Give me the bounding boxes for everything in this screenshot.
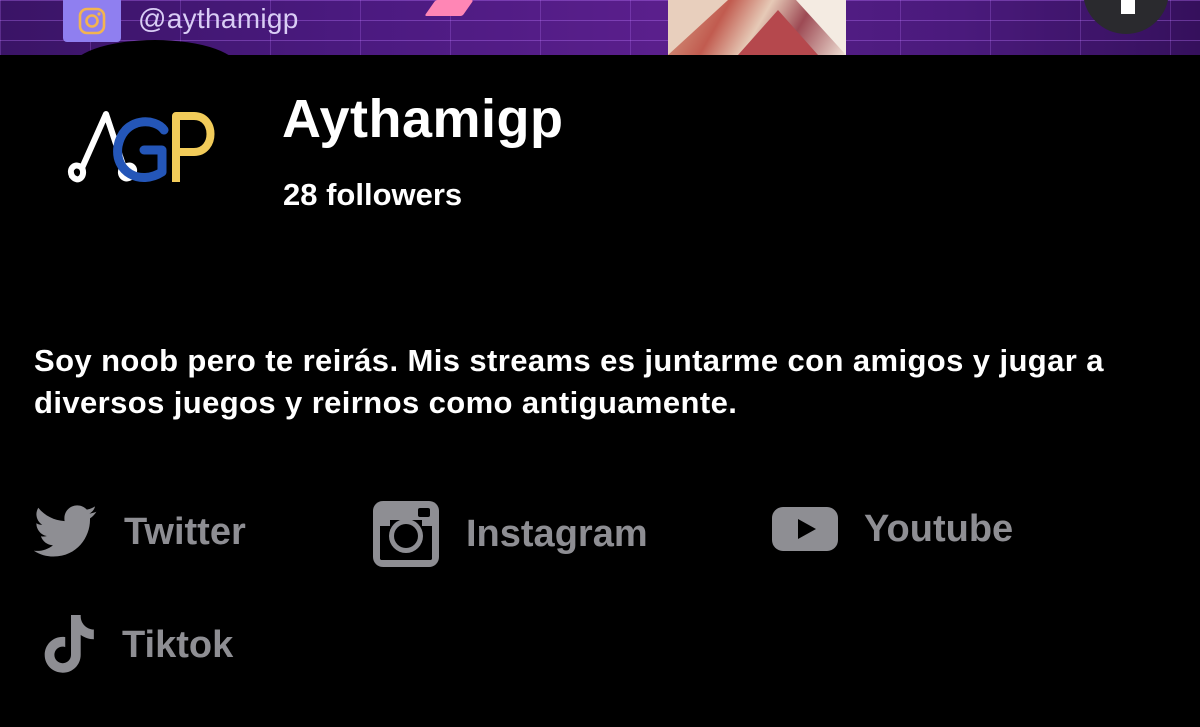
- twitter-icon: [34, 505, 97, 557]
- channel-logo: [66, 106, 216, 188]
- twitter-link[interactable]: Twitter: [34, 505, 246, 559]
- banner-artwork: [668, 0, 846, 55]
- twitter-link-label: Twitter: [124, 510, 246, 553]
- instagram-link[interactable]: Instagram: [372, 500, 648, 568]
- channel-bio: Soy noob pero te reirás. Mis streams es …: [34, 343, 1104, 420]
- follower-count: 28 followers: [283, 177, 463, 212]
- tiktok-link[interactable]: Tiktok: [40, 615, 233, 675]
- profile-banner: @aythamigp: [0, 0, 1200, 55]
- youtube-link[interactable]: Youtube: [772, 505, 1013, 553]
- banner-instagram-icon: [63, 0, 121, 42]
- channel-name: Aythamigp: [282, 89, 564, 149]
- instagram-link-label: Instagram: [466, 512, 648, 555]
- tiktok-link-label: Tiktok: [122, 623, 234, 666]
- instagram-icon: [373, 501, 439, 567]
- youtube-link-label: Youtube: [864, 507, 1014, 550]
- tiktok-icon: [44, 615, 94, 673]
- youtube-icon: [772, 507, 838, 551]
- banner-instagram-handle: @aythamigp: [138, 3, 299, 34]
